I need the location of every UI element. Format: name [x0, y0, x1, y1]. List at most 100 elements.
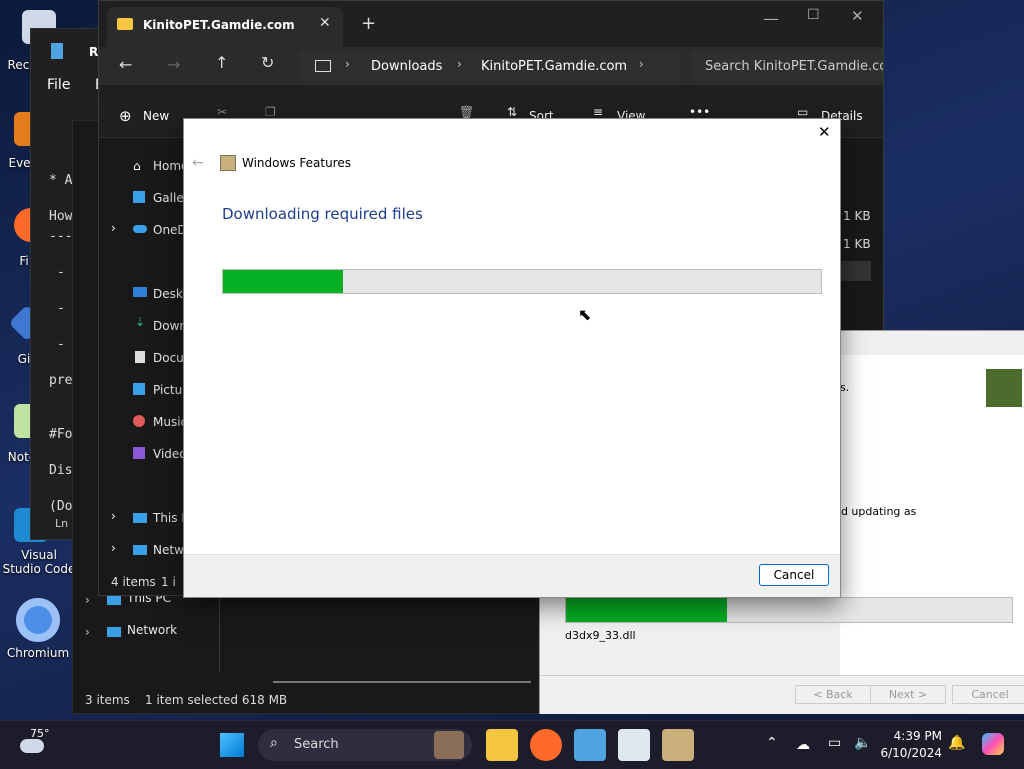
onedrive-icon — [133, 225, 147, 233]
text-line: - — [57, 337, 65, 352]
app-window-icon[interactable] — [618, 729, 650, 761]
tab-bar: KinitoPET.Gamdie.com ✕ + — ☐ ✕ — [99, 1, 883, 47]
chevron-right-icon[interactable]: › — [111, 221, 116, 235]
cut-icon[interactable]: ✂ — [217, 105, 227, 119]
next-button[interactable]: Next > — [870, 685, 946, 704]
windows-features-icon — [220, 155, 236, 171]
new-tab-icon[interactable]: + — [361, 13, 376, 34]
text-line: pre — [49, 373, 73, 388]
chevron-right-icon: › — [457, 57, 462, 71]
sort-icon: ⇅ — [507, 105, 518, 119]
notepad-icon[interactable] — [574, 729, 606, 761]
taskbar: 75° ⌕ Search ⌃ ☁ ▭ 🔈 4:39 PM 6/10/2024 🔔 — [0, 720, 1024, 769]
file-explorer-icon[interactable] — [486, 729, 518, 761]
breadcrumb-folder[interactable]: KinitoPET.Gamdie.com — [481, 59, 627, 74]
search-highlight-icon — [434, 731, 464, 759]
scrollbar[interactable] — [273, 681, 531, 683]
copilot-icon[interactable] — [982, 733, 1004, 755]
nav-videos[interactable]: Video — [153, 443, 187, 465]
windows-features-icon[interactable] — [662, 729, 694, 761]
installer-text: s. — [840, 381, 850, 394]
clock-time[interactable]: 4:39 PM — [884, 729, 942, 743]
start-icon[interactable] — [220, 733, 244, 757]
selected-row[interactable] — [841, 261, 871, 281]
more-icon[interactable]: ••• — [689, 105, 710, 119]
pc-icon — [107, 595, 121, 605]
back-button[interactable]: < Back — [795, 685, 871, 704]
chevron-right-icon[interactable]: › — [111, 541, 116, 555]
dialog-heading: Downloading required files — [222, 205, 423, 223]
dialog-progress-fill — [223, 270, 343, 293]
refresh-icon[interactable]: ↻ — [261, 53, 274, 72]
back-icon[interactable]: ← — [119, 55, 132, 74]
nav-documents[interactable]: Docu — [153, 347, 184, 369]
bell-icon[interactable]: 🔔 — [948, 735, 965, 751]
new-button[interactable]: New — [143, 109, 169, 123]
text-line: #Fo — [49, 427, 73, 442]
weather-icon[interactable] — [20, 739, 44, 753]
documents-icon — [135, 351, 145, 363]
installer-progress-bar — [565, 597, 1013, 623]
folder-icon — [117, 18, 133, 30]
videos-icon — [133, 447, 145, 459]
cancel-button[interactable]: Cancel — [759, 564, 829, 586]
gallery-icon — [133, 191, 145, 203]
firefox-icon[interactable] — [530, 729, 562, 761]
forward-icon[interactable]: → — [167, 55, 180, 74]
minimize-icon[interactable]: — — [763, 9, 779, 28]
installer-logo — [986, 369, 1022, 407]
desktop-icon-label: Visual Studio Code — [2, 548, 76, 576]
file-size: 1 KB — [843, 209, 871, 223]
dialog-title: Windows Features — [242, 156, 351, 170]
search-box[interactable]: ⌕ Search — [258, 729, 472, 761]
chevron-right-icon: › — [345, 57, 350, 71]
chevron-up-icon[interactable]: ⌃ — [766, 735, 778, 751]
chevron-right-icon[interactable]: › — [85, 625, 90, 639]
text-line: * A — [49, 173, 73, 188]
installer-file-name: d3dx9_33.dll — [565, 629, 636, 642]
chromium-icon[interactable] — [16, 598, 60, 642]
clock-date[interactable]: 6/10/2024 — [876, 746, 942, 760]
tab-kinito[interactable]: KinitoPET.Gamdie.com ✕ — [107, 7, 343, 47]
up-icon[interactable]: ↑ — [215, 53, 228, 72]
installer-body — [840, 415, 1024, 675]
chevron-right-icon: › — [639, 57, 644, 71]
home-icon: ⌂ — [133, 159, 141, 173]
network-icon — [133, 545, 147, 555]
installer-progress-fill — [566, 598, 727, 622]
windows-features-dialog[interactable]: ✕ ← Windows Features Downloading require… — [183, 118, 841, 598]
search-input[interactable]: Search KinitoPET.Gamdie.com — [705, 59, 883, 74]
search-label: Search — [294, 737, 339, 752]
menu-file[interactable]: File — [47, 77, 70, 93]
status-selection: 1 i — [161, 575, 176, 589]
delete-icon[interactable]: 🗑 — [459, 105, 474, 119]
cancel-button[interactable]: Cancel — [952, 685, 1024, 704]
text-line: Dis — [49, 463, 73, 478]
maximize-icon[interactable]: ☐ — [807, 7, 820, 23]
text-line: How — [49, 209, 73, 224]
text-line: --- — [49, 229, 73, 244]
nav-onedrive[interactable]: OneD — [153, 219, 187, 241]
chevron-right-icon[interactable]: › — [111, 509, 116, 523]
search-icon: ⌕ — [270, 735, 278, 751]
breadcrumb[interactable]: › Downloads › KinitoPET.Gamdie.com › — [299, 51, 681, 81]
close-icon[interactable]: ✕ — [818, 123, 831, 141]
breadcrumb-downloads[interactable]: Downloads — [371, 59, 442, 74]
text-line: (Do — [49, 499, 73, 514]
music-icon — [133, 415, 145, 427]
weather-temp[interactable]: 75° — [30, 727, 50, 740]
copy-icon[interactable]: ❐ — [265, 105, 276, 119]
nav-network[interactable]: Network — [127, 623, 177, 637]
network-icon[interactable]: ▭ — [828, 735, 841, 751]
close-tab-icon[interactable]: ✕ — [319, 15, 331, 31]
close-window-icon[interactable]: ✕ — [851, 7, 864, 25]
monitor-icon — [315, 60, 331, 72]
chevron-right-icon[interactable]: › — [85, 593, 90, 607]
nav-downloads[interactable]: Down — [153, 315, 187, 337]
download-icon: ⇣ — [135, 315, 146, 329]
volume-icon[interactable]: 🔈 — [854, 735, 871, 751]
onedrive-icon[interactable]: ☁ — [796, 737, 810, 753]
search-box[interactable]: Search KinitoPET.Gamdie.com — [691, 51, 883, 81]
notepad-icon — [51, 43, 63, 59]
back-arrow-icon[interactable]: ← — [192, 155, 204, 171]
